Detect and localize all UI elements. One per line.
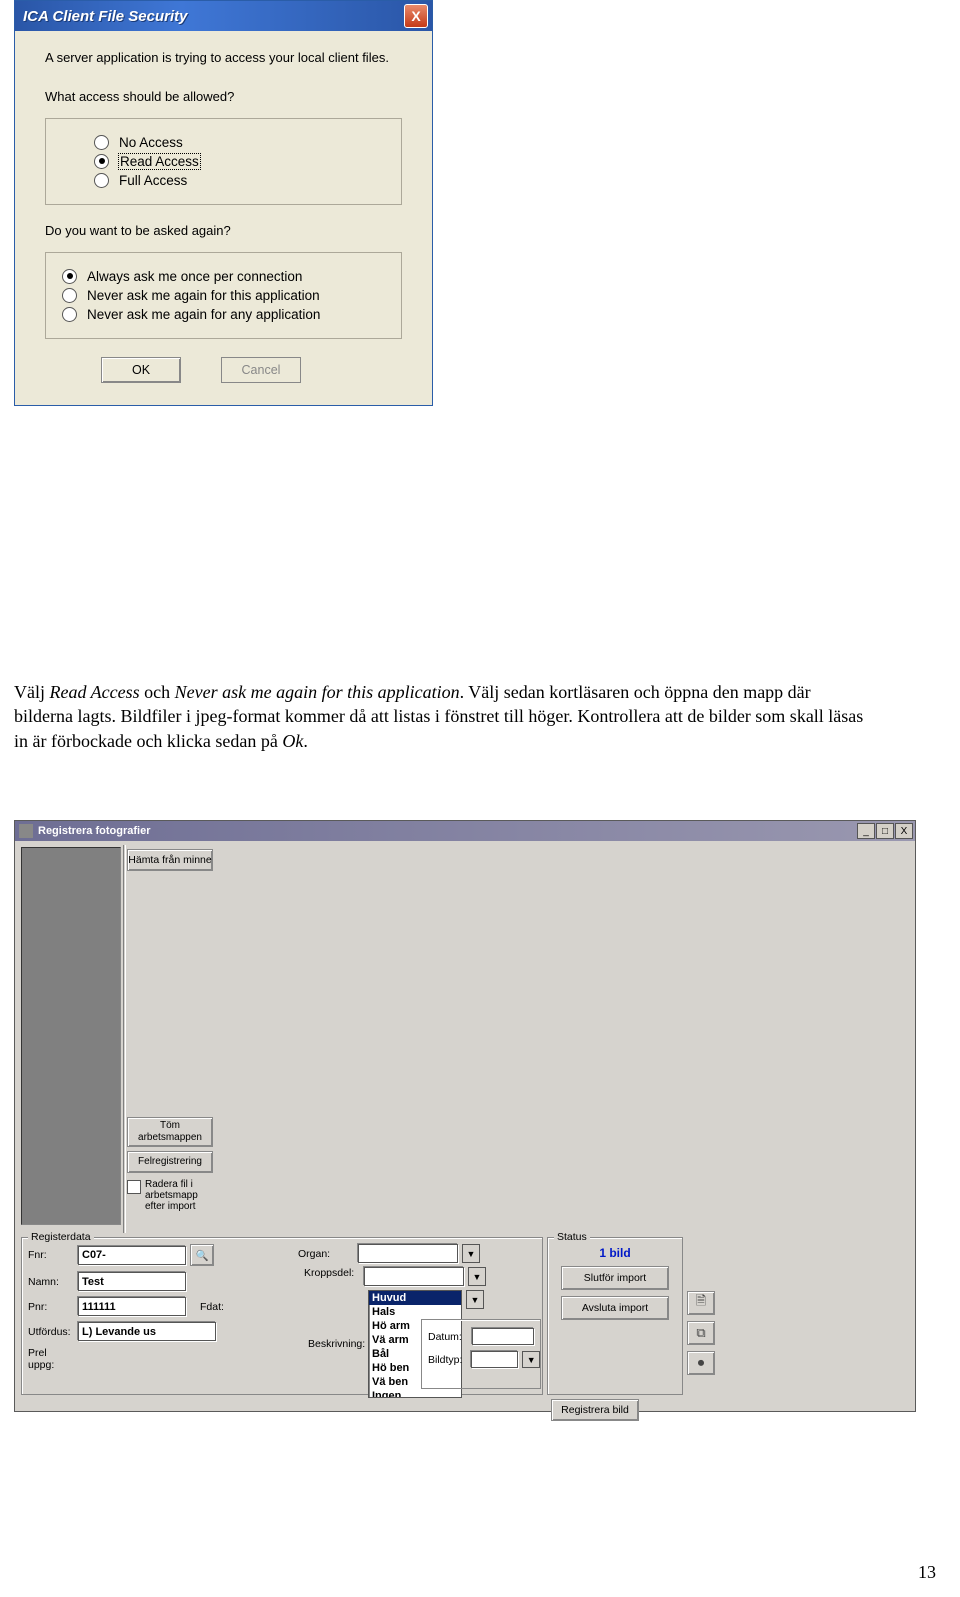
register-window: Registrera fotografier _ □ X Hämta från … bbox=[14, 820, 916, 1412]
ica-title: ICA Client File Security bbox=[23, 8, 187, 25]
app-icon bbox=[19, 824, 33, 838]
copy-icon[interactable]: ⧉ bbox=[687, 1321, 715, 1345]
radio-label: Never ask me again for this application bbox=[87, 288, 320, 303]
datum-field[interactable] bbox=[472, 1328, 534, 1345]
document-icon[interactable]: 🗎 bbox=[687, 1291, 715, 1315]
misregistration-button[interactable]: Felregistrering bbox=[127, 1151, 213, 1173]
fnr-field[interactable]: C07- bbox=[78, 1246, 186, 1265]
record-icon[interactable]: ⏺ bbox=[687, 1351, 715, 1375]
pnr-field[interactable]: 111111 bbox=[78, 1297, 186, 1316]
status-fieldset: Status 1 bild Slutför import Avsluta imp… bbox=[547, 1237, 683, 1395]
radio-label: Full Access bbox=[119, 173, 187, 188]
ica-titlebar: ICA Client File Security X bbox=[15, 1, 432, 31]
window-title: Registrera fotografier bbox=[38, 825, 150, 837]
status-count: 1 bild bbox=[548, 1246, 682, 1260]
ask-again-group: Always ask me once per connection Never … bbox=[45, 252, 402, 339]
chevron-down-icon[interactable]: ▼ bbox=[468, 1267, 486, 1286]
list-item[interactable]: Hals bbox=[369, 1305, 461, 1319]
maximize-button[interactable]: □ bbox=[876, 823, 894, 839]
cancel-button: Cancel bbox=[221, 357, 301, 383]
preluppg-label: Prel uppg: bbox=[28, 1347, 74, 1371]
ica-question-access: What access should be allowed? bbox=[45, 89, 402, 104]
namn-label: Namn: bbox=[28, 1276, 74, 1288]
list-item[interactable]: Ingen bbox=[369, 1389, 461, 1398]
status-legend: Status bbox=[554, 1231, 590, 1243]
organ-field[interactable] bbox=[358, 1244, 458, 1263]
empty-workfolder-button[interactable]: Töm arbetsmappen bbox=[127, 1117, 213, 1147]
registerdata-legend: Registerdata bbox=[28, 1231, 94, 1243]
register-image-button[interactable]: Registrera bild bbox=[551, 1399, 639, 1421]
ok-button[interactable]: OK bbox=[101, 357, 181, 383]
fdat-label: Fdat: bbox=[200, 1301, 224, 1313]
close-button[interactable]: X bbox=[895, 823, 913, 839]
search-icon[interactable]: 🔍 bbox=[190, 1244, 214, 1266]
date-type-fieldset: Datum: Bildtyp: ▼ bbox=[421, 1319, 541, 1389]
page-number: 13 bbox=[918, 1562, 936, 1583]
delete-after-import-label: Radera fil i arbetsmapp efter import bbox=[145, 1179, 215, 1212]
document-paragraph: Välj Read Access och Never ask me again … bbox=[14, 680, 874, 753]
access-group: No Access Read Access Full Access bbox=[45, 118, 402, 205]
ica-question-again: Do you want to be asked again? bbox=[45, 223, 402, 238]
radio-never-this-app[interactable]: Never ask me again for this application bbox=[62, 288, 385, 303]
utfordus-field[interactable]: L) Levande us bbox=[78, 1322, 216, 1341]
namn-field[interactable]: Test bbox=[78, 1272, 186, 1291]
radio-label: No Access bbox=[119, 135, 183, 150]
close-icon[interactable]: X bbox=[404, 4, 428, 28]
chevron-down-icon[interactable]: ▼ bbox=[462, 1244, 480, 1263]
register-titlebar: Registrera fotografier _ □ X bbox=[15, 821, 915, 841]
minimize-button[interactable]: _ bbox=[857, 823, 875, 839]
ica-message: A server application is trying to access… bbox=[45, 49, 402, 67]
radio-read-access[interactable]: Read Access bbox=[94, 154, 385, 169]
ica-dialog: ICA Client File Security X A server appl… bbox=[14, 0, 433, 406]
radio-label: Never ask me again for any application bbox=[87, 307, 320, 322]
beskrivning-label: Beskrivning: bbox=[308, 1338, 364, 1350]
abort-import-button[interactable]: Avsluta import bbox=[561, 1296, 669, 1320]
radio-label: Read Access bbox=[119, 154, 200, 169]
radio-never-any-app[interactable]: Never ask me again for any application bbox=[62, 307, 385, 322]
kroppsdel-label: Kroppsdel: bbox=[304, 1267, 360, 1279]
delete-after-import-checkbox[interactable] bbox=[127, 1180, 141, 1194]
datum-label: Datum: bbox=[428, 1331, 468, 1343]
utfordus-label: Utfördus: bbox=[28, 1326, 74, 1338]
fetch-from-memory-button[interactable]: Hämta från minne bbox=[127, 849, 213, 871]
bildtyp-label: Bildtyp: bbox=[428, 1354, 467, 1366]
organ-label: Organ: bbox=[298, 1248, 354, 1260]
finish-import-button[interactable]: Slutför import bbox=[561, 1266, 669, 1290]
radio-full-access[interactable]: Full Access bbox=[94, 173, 385, 188]
chevron-down-icon[interactable]: ▼ bbox=[522, 1351, 540, 1368]
bildtyp-field[interactable] bbox=[471, 1351, 518, 1368]
list-item[interactable]: Huvud bbox=[369, 1291, 461, 1305]
chevron-down-icon[interactable]: ▼ bbox=[466, 1290, 484, 1309]
pnr-label: Pnr: bbox=[28, 1301, 74, 1313]
radio-label: Always ask me once per connection bbox=[87, 269, 302, 284]
thumbnail-panel bbox=[21, 847, 121, 1225]
fnr-label: Fnr: bbox=[28, 1249, 74, 1261]
radio-no-access[interactable]: No Access bbox=[94, 135, 385, 150]
divider bbox=[123, 845, 126, 1233]
radio-ask-once[interactable]: Always ask me once per connection bbox=[62, 269, 385, 284]
kroppsdel-field[interactable] bbox=[364, 1267, 464, 1286]
